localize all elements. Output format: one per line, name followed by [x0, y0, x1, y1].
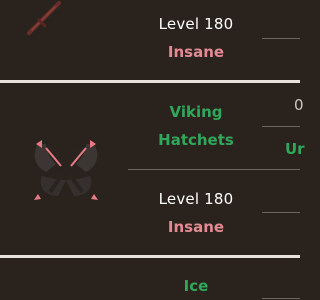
- weapon-row-1[interactable]: Level 180 Insane: [0, 0, 300, 80]
- cell-divider: [262, 38, 300, 39]
- cell-divider: [262, 298, 300, 299]
- sword-icon: [25, 0, 65, 36]
- weapon-row-2[interactable]: Viking Hatchets 0 Ur Level 180 Insane: [0, 84, 305, 252]
- weapon-level: Level 180: [158, 190, 234, 208]
- row-divider: [0, 80, 300, 83]
- weapon-name-line-1: Ice: [183, 277, 209, 295]
- weapon-name-line-1: Viking: [169, 103, 223, 121]
- weapon-difficulty: Insane: [167, 43, 225, 61]
- weapon-status-label: Ur: [285, 140, 305, 158]
- weapon-difficulty: Insane: [167, 218, 225, 236]
- cell-divider: [262, 126, 300, 127]
- weapon-row-3[interactable]: Ice: [0, 258, 300, 300]
- crossed-hatchets-icon: [28, 136, 104, 206]
- cell-divider: [262, 212, 300, 213]
- row-sub-divider: [128, 169, 300, 170]
- weapon-name-line-2: Hatchets: [158, 131, 234, 149]
- weapon-level: Level 180: [158, 15, 234, 33]
- weapon-side-value: 0: [294, 96, 304, 114]
